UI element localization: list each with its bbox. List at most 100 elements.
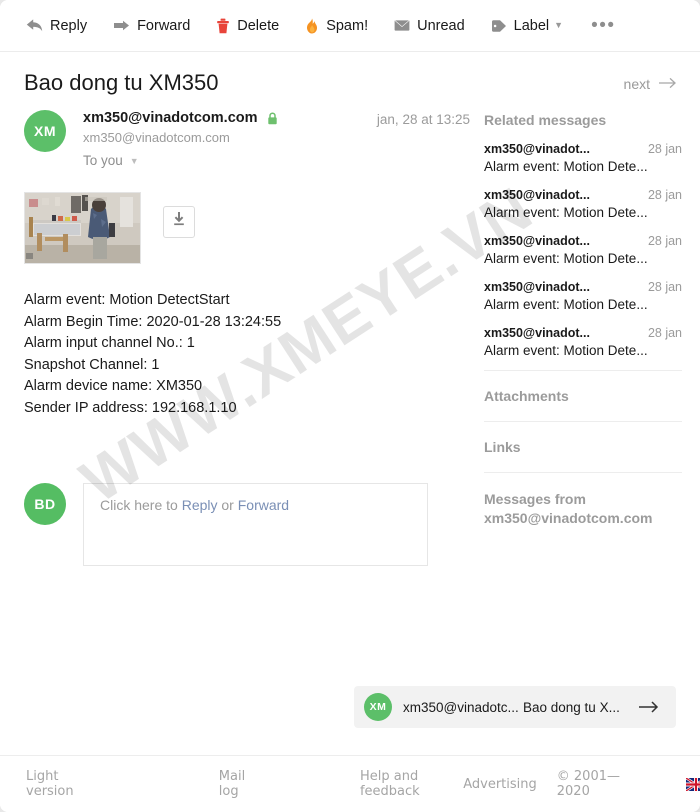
reply-button[interactable]: Reply [26,18,87,34]
message-body: Alarm event: Motion DetectStart Alarm Be… [24,290,470,419]
list-item[interactable]: xm350@vinadot... 28 jan Alarm event: Mot… [484,280,682,312]
sender-row: XM xm350@vinadotcom.com xm350@vinadotcom… [24,110,470,168]
next-message-strip[interactable]: XM xm350@vinadotc... Bao dong tu X... [354,686,676,728]
attachment-thumbnail[interactable] [24,192,141,265]
messages-from-label: Messages from [484,491,586,508]
list-item-subject: Alarm event: Motion Dete... [484,343,648,359]
unread-button[interactable]: Unread [394,18,465,34]
download-icon [171,211,187,233]
footer-link-light-version[interactable]: Light version [26,769,85,799]
delete-button-label: Delete [237,17,280,34]
reply-placeholder-prefix: Click here to [100,497,182,514]
next-message-from: xm350@vinadotc... [403,699,519,715]
list-item-date: 28 jan [647,280,682,295]
next-message-subject: Bao dong tu X... [523,699,620,715]
footer-link-help-and-feedback[interactable]: Help and feedback [360,769,445,799]
more-actions-button[interactable]: ••• [591,16,615,35]
sidebar: Related messages xm350@vinadot... 28 jan… [470,96,700,566]
list-item-date: 28 jan [647,142,682,157]
body-line: Alarm event: Motion DetectStart [24,292,230,309]
list-item-date: 28 jan [647,326,682,341]
sender-top: xm350@vinadotcom.com [83,110,371,126]
label-button-label: Label [513,17,550,34]
content-columns: XM xm350@vinadotcom.com xm350@vinadotcom… [0,96,700,567]
list-item-from: xm350@vinadot... [484,234,590,249]
list-item-header: xm350@vinadot... 28 jan [484,280,682,294]
subject-row: Bao dong tu XM350 next [0,52,700,96]
body-line: Alarm device name: XM350 [24,378,203,395]
list-item[interactable]: xm350@vinadot... 28 jan Alarm event: Mot… [484,326,682,358]
list-item-header: xm350@vinadot... 28 jan [484,142,682,156]
related-messages-list: xm350@vinadot... 28 jan Alarm event: Mot… [484,142,682,370]
list-item[interactable]: xm350@vinadot... 28 jan Alarm event: Mot… [484,142,682,174]
chevron-down-icon: ▼ [554,20,564,30]
list-item-from: xm350@vinadot... [484,326,590,341]
reply-row: BD Click here to Reply or Forward [24,483,470,567]
list-item-from: xm350@vinadot... [484,280,590,295]
forward-arrow-icon [113,18,130,33]
avatar: BD [24,483,66,526]
messages-from-address: xm350@vinadotcom.com [484,510,653,527]
flame-icon [305,18,319,34]
page-footer: Light version Mail log Help and feedback… [0,755,700,812]
list-item-subject: Alarm event: Motion Dete... [484,205,648,221]
list-item[interactable]: xm350@vinadot... 28 jan Alarm event: Mot… [484,188,682,220]
body-line: Alarm input channel No.: 1 [24,335,195,352]
list-item-header: xm350@vinadot... 28 jan [484,188,682,202]
reply-input[interactable]: Click here to Reply or Forward [83,483,428,567]
tag-icon [491,19,507,33]
reply-arrow-icon [26,18,43,33]
list-item-header: xm350@vinadot... 28 jan [484,234,682,248]
footer-link-advertising[interactable]: Advertising [463,777,537,792]
envelope-icon [394,19,410,32]
chevron-down-icon: ▼ [129,155,139,166]
list-item-from: xm350@vinadot... [484,142,590,157]
body-line: Snapshot Channel: 1 [24,356,160,373]
list-item-header: xm350@vinadot... 28 jan [484,326,682,340]
body-line: Alarm Begin Time: 2020-01-28 13:24:55 [24,313,282,330]
body-line: Sender IP address: 192.168.1.10 [24,399,237,416]
avatar: XM [24,110,66,153]
lock-icon [267,112,278,125]
page-title: Bao dong tu XM350 [24,70,219,95]
list-item-date: 28 jan [647,188,682,203]
list-item[interactable]: xm350@vinadot... 28 jan Alarm event: Mot… [484,234,682,266]
attachments-section[interactable]: Attachments [484,371,682,421]
sender-name[interactable]: xm350@vinadotcom.com [83,110,258,126]
messages-from-section[interactable]: Messages from xm350@vinadotcom.com [484,473,682,545]
reply-button-label: Reply [50,17,88,34]
reply-link[interactable]: Reply [182,497,218,513]
message-column: XM xm350@vinadotcom.com xm350@vinadotcom… [0,96,470,567]
spam-button-label: Spam! [326,17,369,34]
forward-button[interactable]: Forward [113,18,190,34]
arrow-right-icon [658,76,678,92]
forward-button-label: Forward [137,17,191,34]
uk-flag-icon[interactable] [686,777,700,791]
snapshot-image [25,193,140,264]
list-item-subject: Alarm event: Motion Dete... [484,297,648,313]
unread-button-label: Unread [417,17,465,34]
message-toolbar: Reply Forward Delete Spam! Unread Label … [0,0,700,52]
trash-icon [216,18,230,34]
next-message-label: next [623,76,650,92]
list-item-subject: Alarm event: Motion Dete... [484,159,648,175]
related-messages-title: Related messages [484,112,607,129]
download-attachment-button[interactable] [163,206,195,239]
delete-button[interactable]: Delete [216,18,279,34]
reply-placeholder-or: or [217,497,238,514]
label-button[interactable]: Label ▼ [491,18,563,34]
avatar: XM [364,693,392,721]
list-item-from: xm350@vinadot... [484,188,590,203]
list-item-date: 28 jan [647,234,682,249]
arrow-right-icon [638,700,660,714]
links-section[interactable]: Links [484,422,682,472]
mail-message-page: Reply Forward Delete Spam! Unread Label … [0,0,700,812]
spam-button[interactable]: Spam! [305,18,368,34]
message-date: jan, 28 at 13:25 [376,112,470,128]
next-message-link[interactable]: next [624,70,678,92]
attachment-row [24,192,470,265]
footer-link-mail-log[interactable]: Mail log [219,769,254,799]
forward-link[interactable]: Forward [238,497,289,513]
recipients-toggle[interactable]: To you ▼ [83,153,371,168]
list-item-subject: Alarm event: Motion Dete... [484,251,648,267]
